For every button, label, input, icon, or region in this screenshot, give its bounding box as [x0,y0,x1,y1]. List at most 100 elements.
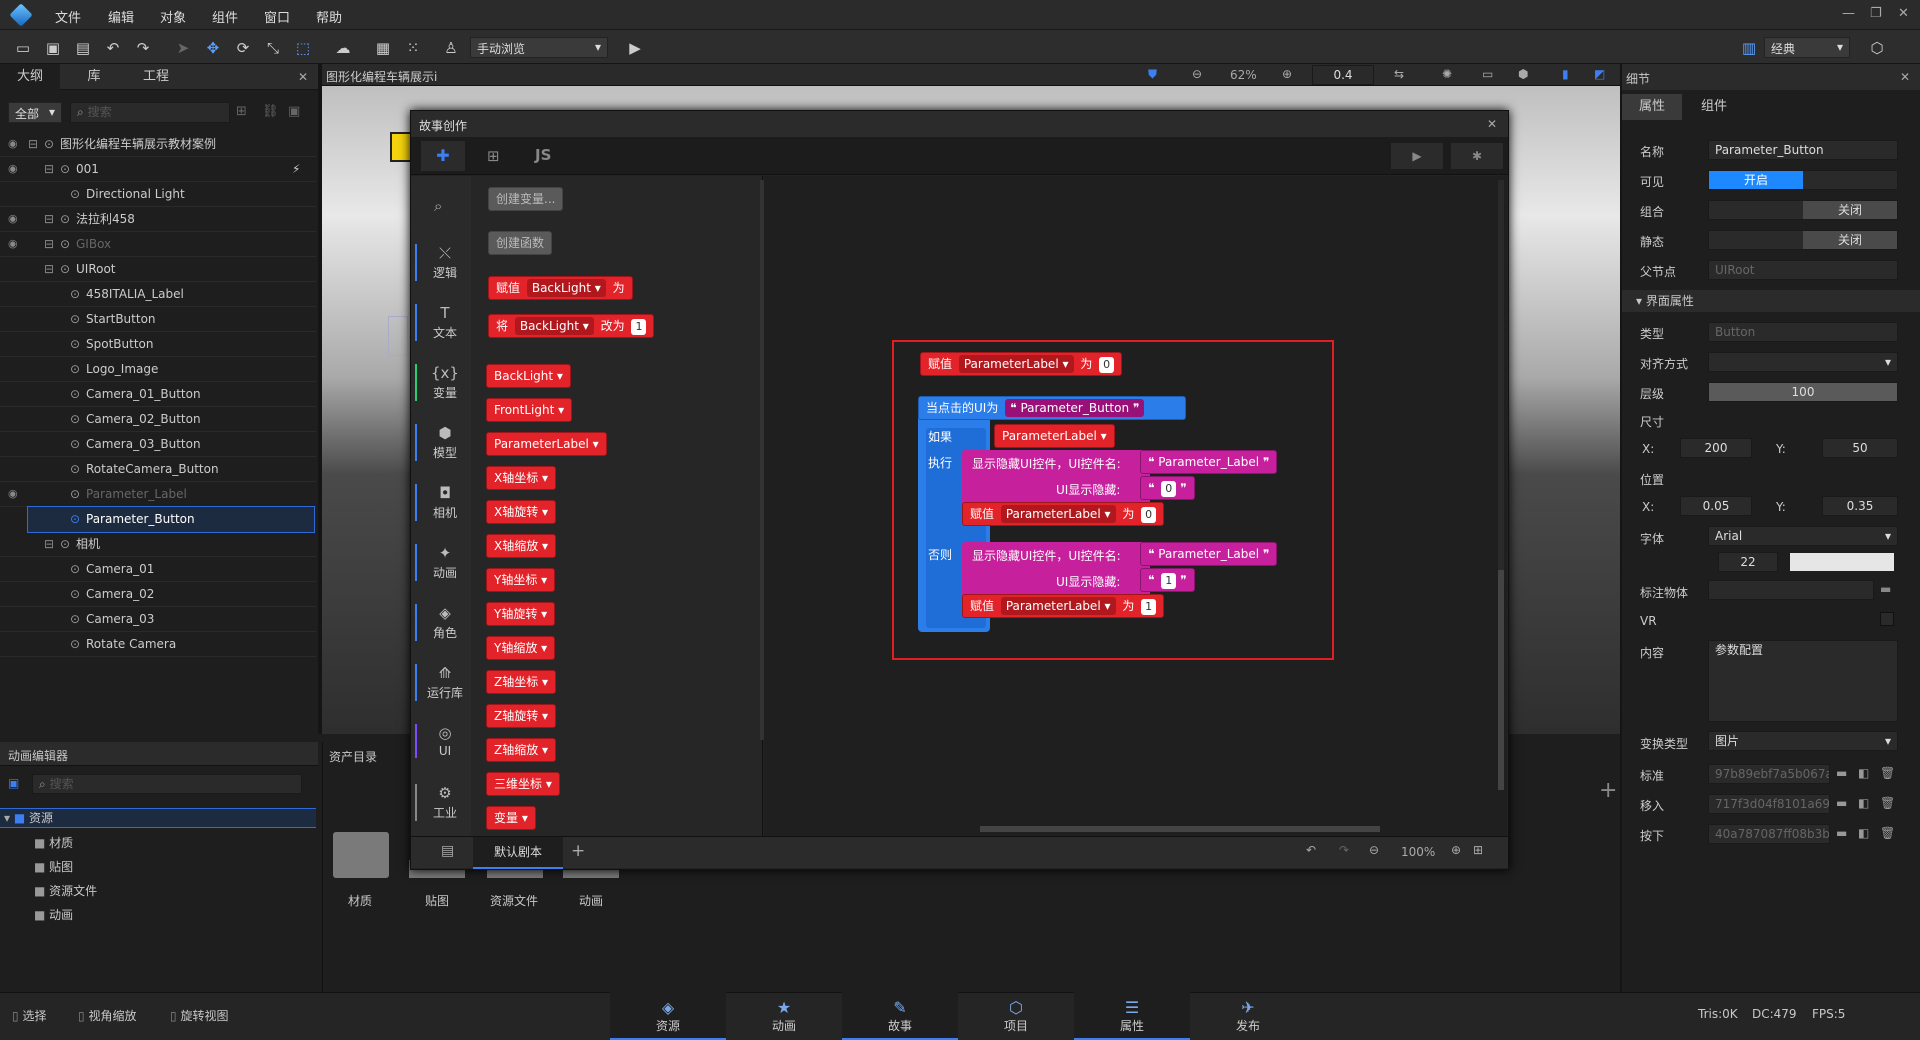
tab-project[interactable]: 工程 [128,64,184,90]
content-textarea[interactable]: 参数配置 [1708,640,1898,722]
transition-dropdown[interactable]: 图片 ▾ [1708,731,1898,751]
block-number[interactable]: 0 [1141,507,1157,523]
run-script-icon[interactable]: ▶ [1391,143,1443,169]
cloud-icon[interactable]: ☁ [332,37,354,59]
block-number[interactable]: 1 [1141,599,1157,615]
menu-component[interactable]: 组件 [212,7,238,26]
visibility-icon[interactable]: ◉ [8,157,18,181]
tab-library[interactable]: 库 [66,64,122,90]
tree-item[interactable]: ⊙ Camera_03 [0,607,316,632]
create-function-button[interactable]: 创建函数 [488,231,553,255]
event-block[interactable]: 当点击的UI为 ❝ Parameter_Button ❞ [918,396,1186,420]
variable-block[interactable]: 三维坐标 ▾ [486,772,560,796]
copy-icon[interactable]: ◧ [1858,826,1869,840]
font-dropdown[interactable]: Arial ▾ [1708,526,1898,546]
light-icon[interactable]: ✺ [1442,67,1452,81]
tab-properties[interactable]: 属性 [1622,94,1682,120]
delete-icon[interactable]: 🗑 [1880,766,1895,780]
select-mode[interactable]: ▯ 选择 [12,1007,46,1024]
close-window-icon[interactable]: ✕ [1898,6,1909,21]
scale-field[interactable]: 0.4 [1312,65,1374,85]
category-anim[interactable]: ✦ 动画 [415,544,473,581]
expand-icon[interactable]: ⊟ [44,232,54,256]
undo-icon[interactable]: ↶ [102,37,124,59]
visibility-icon[interactable]: ◉ [8,207,18,231]
asset-search-input[interactable]: ⌕ 搜索 [32,774,302,794]
visibility-icon[interactable]: ◉ [8,232,18,256]
tree-item[interactable]: ⊙ Rotate Camera [0,632,316,657]
dots-grid-icon[interactable]: ⁙ [402,37,424,59]
rotate-tool-icon[interactable]: ⟳ [232,37,254,59]
block-number[interactable]: 1 [631,319,647,335]
tree-item[interactable]: ⊙ SpotButton [0,332,316,357]
category-runtime[interactable]: ⟰ 运行库 [415,664,473,701]
tab-story[interactable]: ✎ 故事 [842,992,958,1040]
variable-block[interactable]: X轴坐标 ▾ [486,466,557,490]
tree-item[interactable]: ◉ ⊟ ⊙ 法拉利458 [0,207,316,232]
expand-icon[interactable]: ⊟ [28,132,38,156]
string-block[interactable]: ❝ 0 ❞ [1140,476,1195,500]
assign-block[interactable]: 赋值 ParameterLabel ▾ 为 0 [962,502,1165,526]
restore-icon[interactable]: ❐ [1870,6,1882,21]
image-field[interactable]: 40a787087ff08b3b! [1708,824,1830,844]
assign-block[interactable]: 赋值 ParameterLabel ▾ 为 0 [920,352,1123,376]
pos-y-field[interactable]: 0.35 [1822,496,1898,516]
asset-folder-anim[interactable]: ■ 动画 [34,906,73,923]
tree-item[interactable]: ⊙ Camera_01 [0,557,316,582]
tab-outline[interactable]: 大纲 [0,64,60,90]
tree-item[interactable]: ⊙ Camera_01_Button [0,382,316,407]
font-size-field[interactable]: 22 [1718,552,1778,572]
variable-block[interactable]: Y轴坐标 ▾ [486,568,556,592]
variable-block[interactable]: 变量 ▾ [486,806,536,830]
scale-tool-icon[interactable]: ⤡ [262,37,284,59]
new-file-icon[interactable]: ▭ [12,37,34,59]
tree-item[interactable]: ⊟ ⊙ 相机 [0,532,316,557]
tree-item[interactable]: ◉ ⊙ Parameter_Label [0,482,316,507]
variable-block[interactable]: X轴缩放 ▾ [486,534,557,558]
zoom-out-icon[interactable]: ⊖ [1192,67,1202,81]
tab-properties[interactable]: ☰ 属性 [1074,992,1190,1040]
close-detail-icon[interactable]: ✕ [1900,70,1910,84]
variable-block[interactable]: ParameterLabel ▾ [486,432,607,456]
tree-item[interactable]: ◉ ⊟ ⊙ GIBox [0,232,316,257]
zoom-in-icon[interactable]: ⊕ [1451,843,1461,857]
expand-icon[interactable]: ⊟ [44,257,54,281]
expand-icon[interactable]: ⊟ [44,157,54,181]
asset-folder-texture[interactable]: ■ 贴图 [34,858,73,875]
pos-x-field[interactable]: 0.05 [1680,496,1752,516]
add-asset-icon[interactable]: + [1599,778,1617,803]
close-dialog-icon[interactable]: ✕ [1487,117,1497,131]
folder-icon[interactable]: ▬ [1836,826,1847,840]
string-block[interactable]: ❝ Parameter_Label ❞ [1140,542,1278,566]
tree-item[interactable]: ⊙ 458ITALIA_Label [0,282,316,307]
redo-icon[interactable]: ↷ [132,37,154,59]
block-number[interactable]: 0 [1099,357,1115,373]
redo-icon[interactable]: ↷ [1339,843,1349,857]
category-model[interactable]: ⬢ 模型 [415,424,473,461]
string-block[interactable]: ❝ 1 ❞ [1140,568,1195,592]
delete-icon[interactable]: 🗑 [1880,796,1895,810]
lock-icon[interactable]: ▣ [288,104,300,119]
tree-item[interactable]: ⊙ RotateCamera_Button [0,457,316,482]
vr-checkbox[interactable] [1880,612,1894,626]
category-logic[interactable]: ⤬ 逻辑 [415,244,473,281]
canvas-hscroll[interactable] [980,826,1380,832]
layout-dropdown[interactable]: 经典 ▾ [1764,37,1850,58]
name-field[interactable]: Parameter_Button [1708,140,1898,160]
if-condition-block[interactable]: ParameterLabel ▾ [994,424,1115,448]
undo-icon[interactable]: ↶ [1306,843,1316,857]
tree-item[interactable]: ⊙ Camera_02_Button [0,407,316,432]
visibility-icon[interactable]: ◉ [8,482,18,506]
create-variable-button[interactable]: 创建变量... [488,187,564,211]
tab-project[interactable]: ⬡ 项目 [958,992,1074,1040]
camera-link-icon[interactable]: ⇆ [1394,67,1404,81]
category-industry[interactable]: ⚙ 工业 [415,784,473,821]
copy-icon[interactable]: ◧ [1858,796,1869,810]
assign-block[interactable]: 赋值 ParameterLabel ▾ 为 1 [962,594,1165,618]
menu-file[interactable]: 文件 [55,7,81,26]
expand-icon[interactable]: ⊟ [44,207,54,231]
font-color-swatch[interactable] [1790,553,1894,571]
variable-block[interactable]: Z轴旋转 ▾ [486,704,557,728]
filter-icon[interactable]: ⊞ [236,104,247,119]
shield-icon[interactable]: ⛊ [1148,67,1157,82]
